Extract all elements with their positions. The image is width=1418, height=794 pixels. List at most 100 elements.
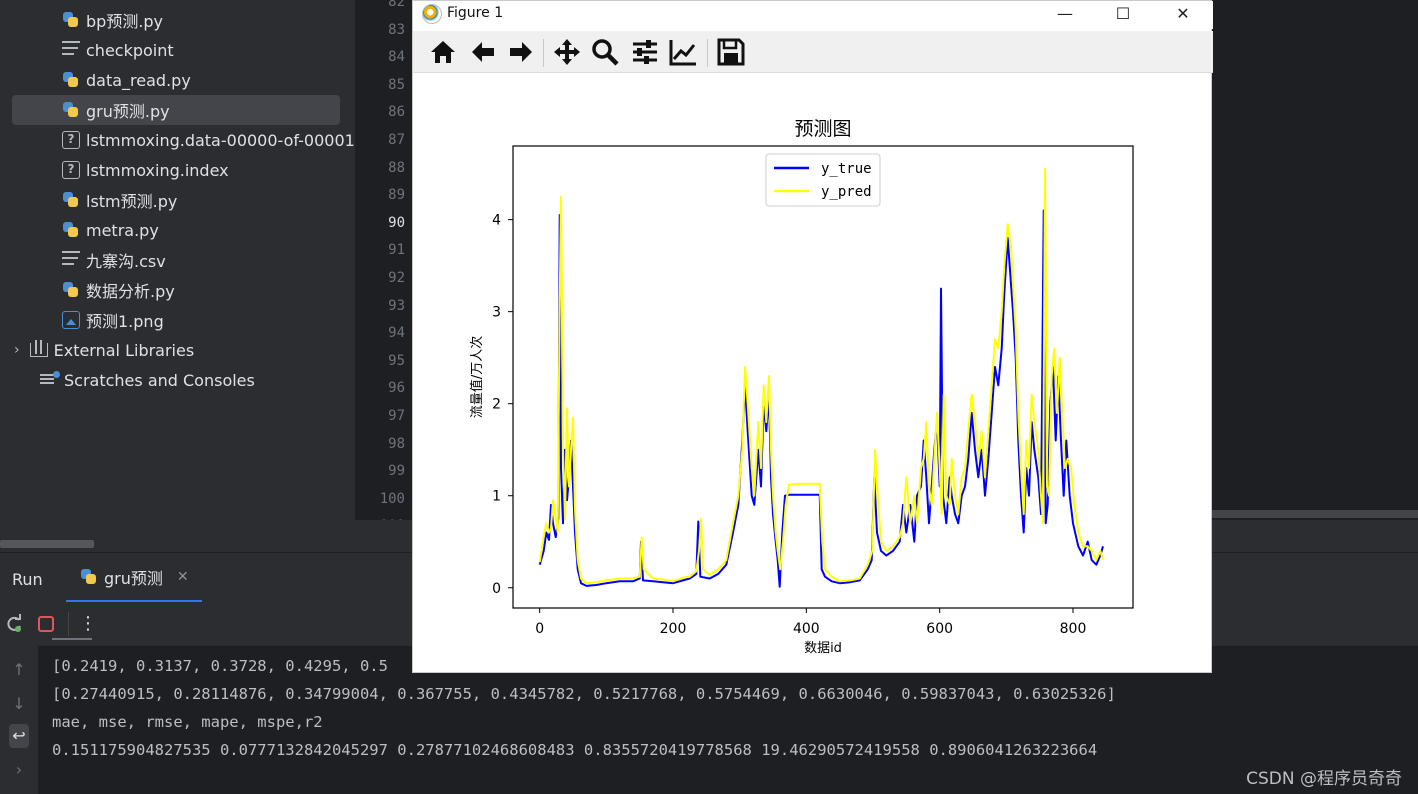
tree-file-label: checkpoint xyxy=(86,40,174,60)
tree-file-label: lstmmoxing.index xyxy=(86,160,229,180)
editor-horizontal-scrollbar[interactable] xyxy=(1212,510,1418,518)
legend-y-pred-label: y_pred xyxy=(821,184,872,200)
console-line-2: [0.27440915, 0.28114876, 0.34799004, 0.3… xyxy=(52,685,1116,703)
line-number: 94 xyxy=(388,325,405,342)
rerun-icon[interactable] xyxy=(4,614,24,634)
figure-toolbar xyxy=(413,31,1213,73)
y-tick-label: 4 xyxy=(492,213,501,229)
tree-file-item[interactable]: gru预测.py xyxy=(12,95,340,125)
matplotlib-logo-icon xyxy=(422,4,442,24)
expand-chevron-icon[interactable]: › xyxy=(9,760,29,779)
project-tree: bp预测.py checkpoint data_read.py gru预测.py? ls… xyxy=(0,0,355,550)
tree-file-item[interactable]: 预测1.png xyxy=(62,305,164,335)
run-tab-label: gru预测 xyxy=(104,568,163,588)
x-axis-label: 数据id xyxy=(804,641,842,656)
pan-move-icon[interactable] xyxy=(551,37,583,67)
line-number: 83 xyxy=(388,21,405,38)
scratches-icon xyxy=(40,371,60,389)
scroll-down-icon[interactable]: ↓ xyxy=(9,694,29,713)
y-tick-label: 1 xyxy=(492,489,501,505)
line-number: 95 xyxy=(388,352,405,369)
tree-file-item[interactable]: bp预测.py xyxy=(62,5,163,35)
edit-axis-icon[interactable] xyxy=(667,37,699,67)
tree-external-libraries[interactable]: › External Libraries xyxy=(14,335,194,365)
home-icon[interactable] xyxy=(427,37,459,67)
ide-screen: bp预测.py checkpoint data_read.py gru预测.py? ls… xyxy=(0,0,1418,794)
console-line-4: 0.151175904827535 0.0777132842045297 0.2… xyxy=(52,741,1098,759)
line-number: 92 xyxy=(388,270,405,286)
python-file-icon xyxy=(62,191,80,209)
tree-file-item[interactable]: checkpoint xyxy=(62,35,174,65)
tree-file-item[interactable]: 九寨沟.csv xyxy=(62,245,166,275)
line-number: 86 xyxy=(388,104,405,121)
plot-canvas[interactable]: 预测图 0 200 400 600 800 0 1 2 3 4 数据id 流量值/万人次 y_tr… xyxy=(413,73,1211,673)
tree-file-item[interactable]: data_read.py xyxy=(62,65,191,95)
editor-area[interactable] xyxy=(1212,0,1418,520)
scratches-label: Scratches and Consoles xyxy=(64,370,255,390)
unknown-file-icon: ? xyxy=(62,161,80,179)
toolbar-separator xyxy=(543,39,544,67)
configure-subplots-icon[interactable] xyxy=(629,37,661,67)
scroll-up-icon[interactable]: ↑ xyxy=(9,660,29,679)
close-icon[interactable]: ✕ xyxy=(177,569,189,585)
line-number-gutter: 8283848586878889909192939495969798991001… xyxy=(355,0,413,534)
more-options-icon[interactable]: ⋮ xyxy=(78,614,98,634)
tree-scratches-consoles[interactable]: Scratches and Consoles xyxy=(40,365,255,395)
toolbar-separator xyxy=(707,39,708,67)
line-number: 82 xyxy=(388,0,405,10)
line-number: 98 xyxy=(388,435,405,452)
soft-wrap-icon[interactable]: ↩ xyxy=(9,724,29,748)
minimize-button[interactable]: — xyxy=(1045,3,1085,27)
x-tick-label: 800 xyxy=(1060,621,1087,637)
run-panel-title: Run xyxy=(12,570,43,589)
y-tick-label: 2 xyxy=(492,397,501,413)
external-libraries-label: External Libraries xyxy=(53,340,195,360)
line-number: 87 xyxy=(388,132,405,148)
csdn-watermark: CSDN @程序员奇奇 xyxy=(1246,769,1402,789)
line-number: 93 xyxy=(388,297,405,314)
maximize-button[interactable]: ☐ xyxy=(1103,3,1143,27)
close-window-button[interactable]: ✕ xyxy=(1163,3,1203,27)
tree-file-item[interactable]: metra.py xyxy=(62,215,159,245)
chart-title: 预测图 xyxy=(794,118,851,140)
line-number: 100 xyxy=(379,490,405,507)
tree-horizontal-scrollbar[interactable] xyxy=(0,540,94,548)
python-file-icon xyxy=(62,71,80,89)
tree-file-item[interactable]: lstm预测.py xyxy=(62,185,177,215)
tree-file-item[interactable]: ? lstmmoxing.index xyxy=(62,155,229,185)
run-tab-gru[interactable]: gru预测 ✕ xyxy=(66,553,202,603)
y-tick-label: 0 xyxy=(492,581,501,597)
x-tick-label: 600 xyxy=(926,621,953,637)
python-file-icon xyxy=(62,11,80,29)
console-line-1: [0.2419, 0.3137, 0.3728, 0.4295, 0.5 xyxy=(52,657,388,675)
figure-window-title: Figure 1 xyxy=(447,5,504,21)
line-number: 84 xyxy=(388,49,405,66)
python-file-icon xyxy=(62,281,80,299)
line-number: 85 xyxy=(388,76,405,93)
legend-y-true-label: y_true xyxy=(821,161,872,177)
console-line-3: mae, mse, rmse, mape, mspe,r2 xyxy=(52,713,323,731)
python-file-icon xyxy=(80,568,98,586)
forward-arrow-icon[interactable] xyxy=(505,37,537,67)
tree-file-label: 数据分析.py xyxy=(86,282,175,301)
tree-file-label: bp预测.py xyxy=(86,12,164,31)
x-tick-label: 200 xyxy=(660,621,687,637)
console-side-toolbar: ↑ ↓ ↩ › xyxy=(0,646,38,794)
tree-file-label: metra.py xyxy=(86,220,159,240)
save-figure-icon[interactable] xyxy=(715,37,747,67)
tree-file-label: lstmmoxing.data-00000-of-00001 xyxy=(86,130,355,150)
text-file-icon xyxy=(62,41,80,59)
zoom-magnifier-icon[interactable] xyxy=(589,37,621,67)
python-file-icon xyxy=(62,221,80,239)
tree-file-label: data_read.py xyxy=(86,70,191,90)
stop-icon[interactable] xyxy=(36,614,56,634)
figure-titlebar: Figure 1 — ☐ ✕ xyxy=(413,1,1213,29)
y-axis-label: 流量值/万人次 xyxy=(469,336,485,418)
x-tick-label: 0 xyxy=(535,621,544,637)
python-file-icon xyxy=(62,101,80,119)
tree-file-item[interactable]: ? lstmmoxing.data-00000-of-00001 xyxy=(62,125,355,155)
library-icon xyxy=(29,340,48,357)
tree-file-item[interactable]: 数据分析.py xyxy=(62,275,175,305)
chevron-right-icon[interactable]: › xyxy=(14,342,20,358)
back-arrow-icon[interactable] xyxy=(467,37,499,67)
